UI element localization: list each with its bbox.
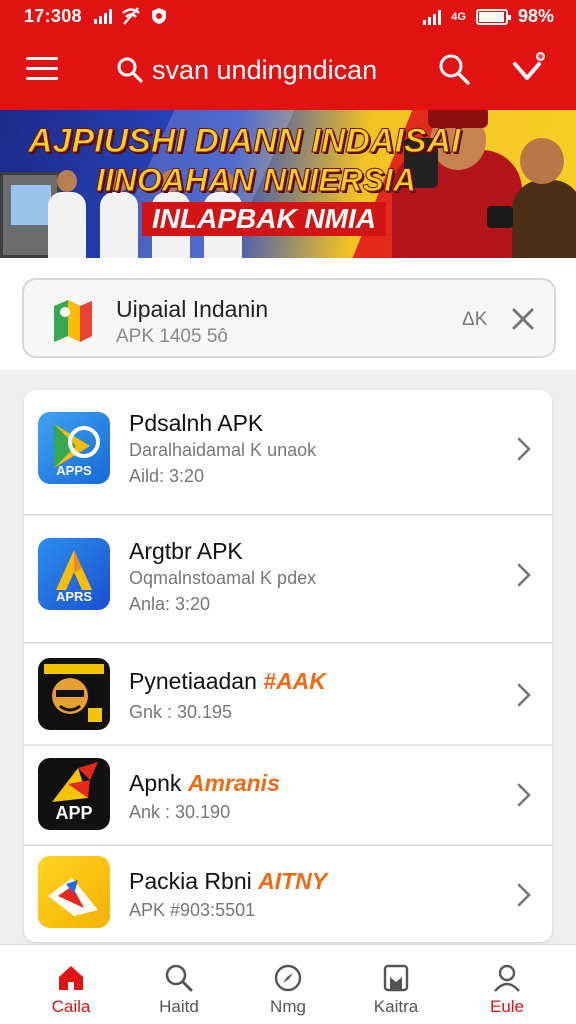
bottom-navigation: Caila Haitd Nmg Kaitra Eule — [0, 944, 576, 1024]
header-search-button[interactable] — [437, 52, 471, 86]
app-title: Pynetiaadan #AAK — [129, 668, 326, 694]
app-icon — [38, 658, 110, 730]
nav-item-profile[interactable]: Eule — [457, 945, 557, 1024]
search-icon — [117, 57, 143, 83]
app-title: Apnk Amranis — [129, 770, 280, 796]
signal-icon — [94, 8, 112, 24]
app-icon: APRS — [38, 538, 110, 610]
nav-label: Kaitra — [373, 997, 419, 1016]
search-icon — [165, 964, 193, 992]
app-list: APPS Pdsalnh APK Daralhaidamal K unaok A… — [24, 390, 552, 942]
person-image-2 — [512, 180, 576, 258]
status-time: 17:308 — [24, 6, 82, 26]
app-description: Oqmalnstoamal K pdex — [129, 568, 317, 588]
search-icon — [439, 54, 470, 85]
list-item[interactable]: APRS Argtbr APK Oqmalnstoamal K pdex Anl… — [24, 516, 552, 644]
update-card[interactable]: Uipaial Indanin APK 1405 5ô ΔK — [22, 278, 556, 358]
app-icon-label: APP — [55, 803, 93, 823]
bookmark-icon — [383, 964, 409, 992]
app-title: Pdsalnh APK — [129, 410, 264, 436]
list-item[interactable]: Packia Rbni AITNY APK #903:5501 — [24, 846, 552, 942]
profile-icon — [494, 964, 520, 992]
app-date: Anla: 3:20 — [129, 594, 211, 614]
home-icon — [59, 966, 83, 990]
banner-headline-2: IINOAHAN NNIERSIA — [95, 162, 417, 199]
list-item[interactable]: Pynetiaadan #AAK Gnk : 30.195 — [24, 644, 552, 746]
app-description: APK #903:5501 — [129, 900, 256, 920]
app-date: Aild: 3:20 — [129, 466, 205, 486]
header-title: svan undingndican — [152, 54, 378, 85]
notification-dot — [536, 52, 545, 61]
update-subtitle: APK 1405 5ô — [116, 326, 228, 347]
menu-button[interactable] — [26, 57, 58, 81]
chevron-right-icon — [517, 783, 531, 807]
app-icon-label: APPS — [56, 463, 92, 478]
nav-label: Haitd — [159, 997, 199, 1016]
status-bar: 17:308 4G 98% — [0, 0, 576, 34]
maps-icon — [54, 300, 92, 342]
app-header: 17:308 4G 98% svan undingndican — [0, 0, 576, 110]
nav-label: Eule — [489, 997, 525, 1016]
promo-banner[interactable]: AJPIUSHI DIANN INDAISAI IINOAHAN NNIERSI… — [0, 110, 576, 258]
chevron-right-icon — [517, 683, 531, 707]
nav-item-search[interactable]: Haitd — [129, 945, 229, 1024]
app-icon-label: APRS — [55, 589, 93, 604]
battery-percent: 98% — [517, 6, 554, 26]
compass-icon — [274, 964, 302, 992]
nav-item-saved[interactable]: Kaitra — [346, 945, 446, 1024]
chevron-right-icon — [517, 883, 531, 907]
app-description: Gnk : 30.195 — [129, 702, 233, 722]
status-right-icons: 4G 98% — [423, 6, 554, 27]
update-size: ΔK — [462, 309, 488, 330]
banner-headline-3: INLAPBAK NMIA — [142, 202, 386, 236]
nav-label: Caila — [51, 997, 91, 1016]
shield-icon — [152, 8, 166, 24]
app-icon: APPS — [38, 412, 110, 484]
network-type: 4G — [451, 10, 466, 23]
update-section: Uipaial Indanin APK 1405 5ô ΔK — [0, 258, 576, 370]
header-notification-button[interactable] — [510, 52, 546, 86]
app-title: Packia Rbni AITNY — [129, 868, 328, 894]
battery-icon — [475, 8, 511, 25]
app-description: Daralhaidamal K unaok — [129, 440, 317, 460]
list-item[interactable]: APPS Pdsalnh APK Daralhaidamal K unaok A… — [24, 390, 552, 516]
app-title: Argtbr APK — [129, 538, 243, 564]
list-item[interactable]: APP Apnk Amranis Ank : 30.190 — [24, 746, 552, 846]
close-icon[interactable] — [510, 306, 536, 332]
update-title: Uipaial Indanin — [116, 296, 269, 322]
wifi-off-icon — [122, 7, 140, 25]
nav-item-explore[interactable]: Nmg — [238, 945, 338, 1024]
status-left-icons — [94, 7, 168, 25]
nav-item-home[interactable]: Caila — [21, 945, 121, 1024]
search-bar[interactable]: svan undingndican — [116, 52, 377, 88]
banner-headline-1: AJPIUSHI DIANN INDAISAI — [28, 122, 462, 161]
cell-signal-icon — [423, 9, 442, 25]
app-icon — [38, 856, 110, 928]
chevron-right-icon — [517, 563, 531, 587]
app-description: Ank : 30.190 — [129, 802, 231, 822]
menu-icon-bar — [26, 57, 58, 60]
app-icon: APP — [38, 758, 110, 830]
nav-label: Nmg — [270, 997, 306, 1016]
chevron-right-icon — [517, 437, 531, 461]
